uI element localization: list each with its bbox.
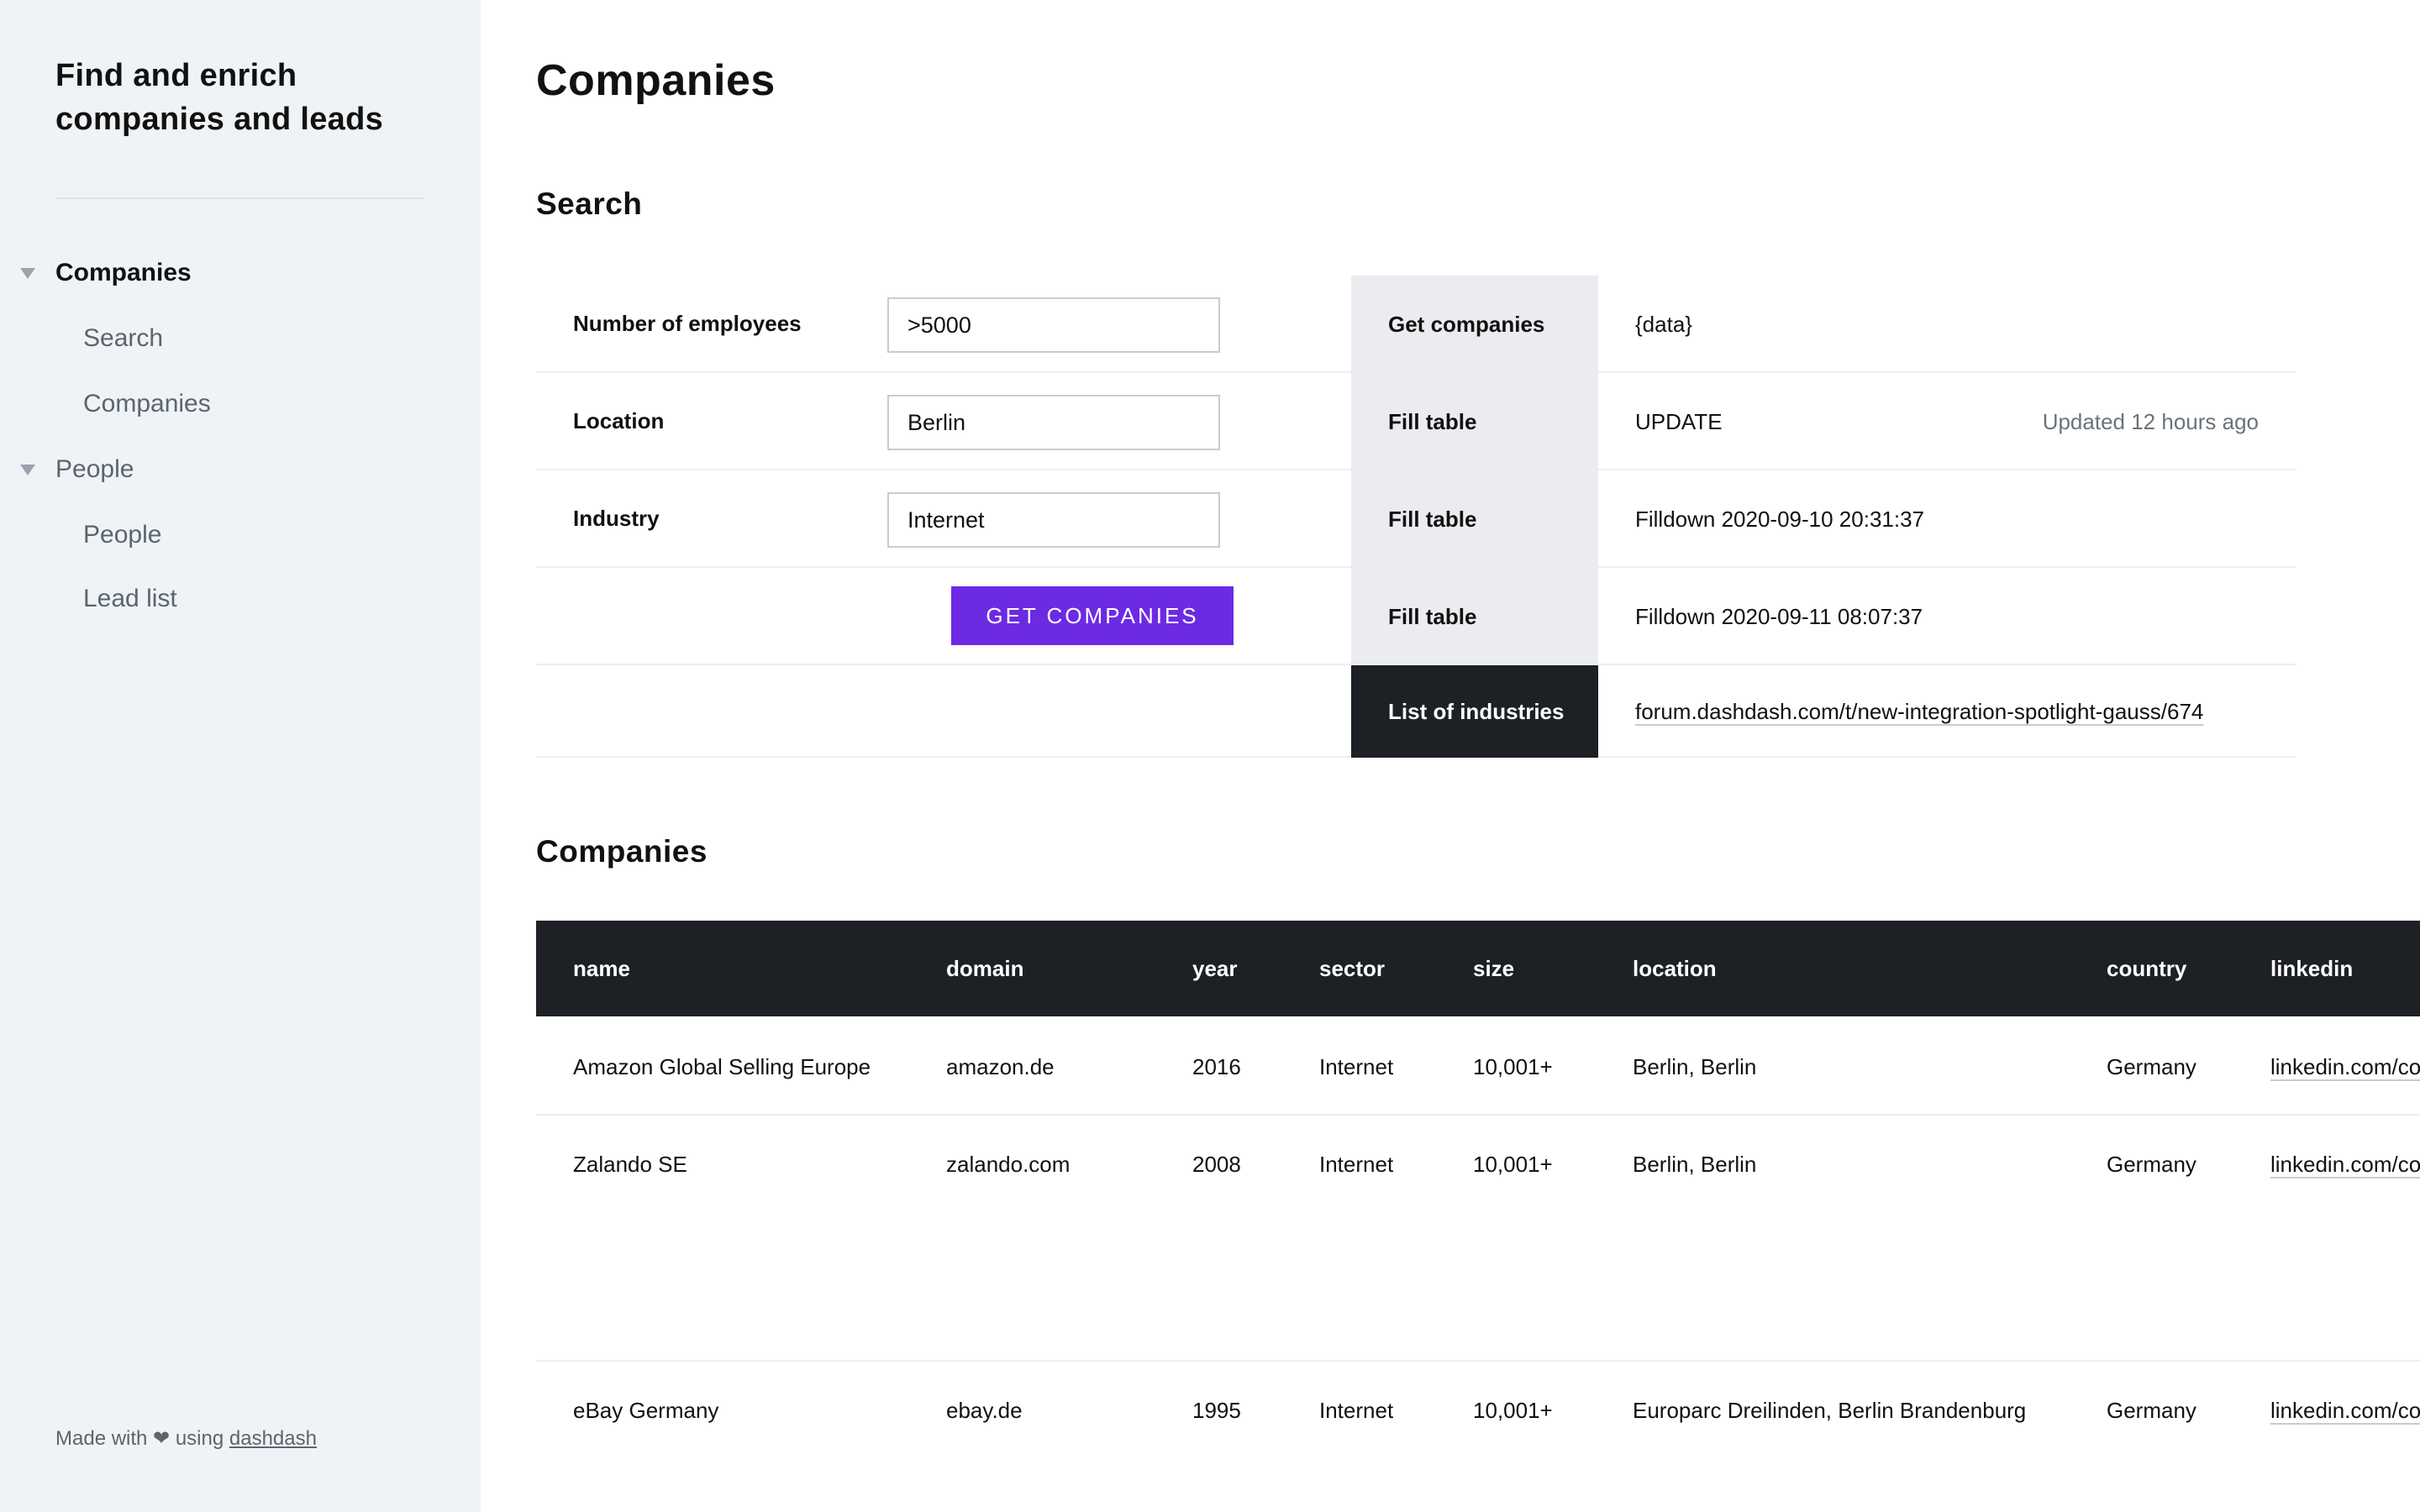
action-row: Get companies {data}: [1351, 276, 2296, 373]
cell-size: 10,001+: [1473, 1054, 1553, 1079]
action-row: Fill table UPDATE Updated 12 hours ago: [1351, 373, 2296, 470]
cell-country: Germany: [2107, 1054, 2196, 1079]
location-input[interactable]: [887, 395, 1220, 450]
cell-year: 1995: [1192, 1398, 1241, 1423]
sidebar-item-companies[interactable]: Companies: [83, 386, 211, 423]
column-header-name[interactable]: name: [573, 921, 630, 1016]
cell-domain: amazon.de: [946, 1054, 1055, 1079]
cell-location: Berlin, Berlin: [1633, 1152, 1757, 1177]
sidebar-footer: Made with ❤ using dashdash: [55, 1426, 317, 1451]
cell-domain: ebay.de: [946, 1398, 1023, 1423]
chevron-down-icon[interactable]: [20, 465, 35, 475]
form-row-submit: GET COMPANIES: [536, 568, 1351, 665]
sidebar-item-lead-list[interactable]: Lead list: [83, 580, 177, 617]
list-of-industries-button[interactable]: List of industries: [1351, 665, 1598, 758]
cell-name: Zalando SE: [573, 1152, 687, 1177]
sidebar-divider: [55, 197, 425, 199]
footer-link[interactable]: dashdash: [229, 1427, 317, 1450]
table-header: name domain year sector size location co…: [536, 921, 2420, 1016]
sidebar-section-companies[interactable]: Companies: [0, 248, 481, 298]
cell-location: Europarc Dreilinden, Berlin Brandenburg: [1633, 1398, 2027, 1423]
action-row: List of industries forum.dashdash.com/t/…: [1351, 665, 2296, 758]
action-row: Fill table Filldown 2020-09-11 08:07:37: [1351, 568, 2296, 665]
column-header-year[interactable]: year: [1192, 921, 1238, 1016]
employees-input[interactable]: [887, 297, 1220, 353]
cell-sector: Internet: [1319, 1398, 1394, 1423]
action-value: UPDATE: [1635, 409, 1723, 434]
sidebar-section-label: Companies: [55, 259, 192, 286]
cell-sector: Internet: [1319, 1152, 1394, 1177]
fill-table-button[interactable]: Fill table: [1351, 568, 1598, 665]
cell-year: 2016: [1192, 1054, 1241, 1079]
employees-label: Number of employees: [573, 311, 802, 336]
sidebar-item-search[interactable]: Search: [83, 320, 163, 357]
page-title: Companies: [536, 56, 776, 105]
location-label: Location: [573, 408, 665, 433]
action-row: Fill table Filldown 2020-09-10 20:31:37: [1351, 470, 2296, 568]
action-value: Filldown 2020-09-10 20:31:37: [1635, 507, 1925, 532]
sidebar-section-label: People: [55, 455, 134, 483]
cell-location: Berlin, Berlin: [1633, 1054, 1757, 1079]
cell-size: 10,001+: [1473, 1152, 1553, 1177]
cell-domain: zalando.com: [946, 1152, 1071, 1177]
get-companies-action-button[interactable]: Get companies: [1351, 276, 1598, 373]
form-row-location: Location: [536, 373, 1351, 470]
industries-link[interactable]: forum.dashdash.com/t/new-integration-spo…: [1635, 665, 2203, 758]
column-header-sector[interactable]: sector: [1319, 921, 1385, 1016]
app-title: Find and enrich companies and leads: [55, 58, 384, 137]
main-content: Companies Search Number of employees Loc…: [481, 0, 2420, 1512]
cell-size: 10,001+: [1473, 1398, 1553, 1423]
table-row: eBay Germany ebay.de 1995 Internet 10,00…: [536, 1362, 2420, 1459]
column-header-size[interactable]: size: [1473, 921, 1514, 1016]
table-row: Amazon Global Selling Europe amazon.de 2…: [536, 1018, 2420, 1116]
sidebar: Find and enrich companies and leads Comp…: [0, 0, 481, 1512]
cell-year: 2008: [1192, 1152, 1241, 1177]
cell-linkedin[interactable]: linkedin.com/co: [2270, 1018, 2420, 1116]
get-companies-button[interactable]: GET COMPANIES: [951, 586, 1234, 645]
column-header-linkedin[interactable]: linkedin: [2270, 921, 2353, 1016]
fill-table-button[interactable]: Fill table: [1351, 373, 1598, 470]
cell-name: eBay Germany: [573, 1398, 719, 1423]
industry-label: Industry: [573, 506, 660, 531]
action-value: {data}: [1635, 312, 1692, 337]
cell-linkedin[interactable]: linkedin.com/co: [2270, 1116, 2420, 1213]
companies-heading: Companies: [536, 834, 708, 869]
form-row-employees: Number of employees: [536, 276, 1351, 373]
form-row-empty: [536, 665, 1351, 758]
sidebar-section-people[interactable]: People: [0, 444, 481, 495]
column-header-location[interactable]: location: [1633, 921, 1717, 1016]
action-value: Filldown 2020-09-11 08:07:37: [1635, 604, 1923, 629]
cell-sector: Internet: [1319, 1054, 1394, 1079]
industry-input[interactable]: [887, 492, 1220, 548]
column-header-domain[interactable]: domain: [946, 921, 1023, 1016]
column-header-country[interactable]: country: [2107, 921, 2186, 1016]
cell-country: Germany: [2107, 1152, 2196, 1177]
sidebar-item-people[interactable]: People: [83, 517, 161, 554]
form-row-industry: Industry: [536, 470, 1351, 568]
chevron-down-icon[interactable]: [20, 268, 35, 279]
cell-name: Amazon Global Selling Europe: [573, 1054, 871, 1079]
cell-country: Germany: [2107, 1398, 2196, 1423]
search-heading: Search: [536, 186, 643, 221]
footer-text: Made with ❤ using: [55, 1427, 229, 1450]
updated-timestamp: Updated 12 hours ago: [2042, 409, 2259, 434]
table-row: Zalando SE zalando.com 2008 Internet 10,…: [536, 1116, 2420, 1361]
cell-linkedin[interactable]: linkedin.com/co: [2270, 1362, 2420, 1459]
fill-table-button[interactable]: Fill table: [1351, 470, 1598, 568]
